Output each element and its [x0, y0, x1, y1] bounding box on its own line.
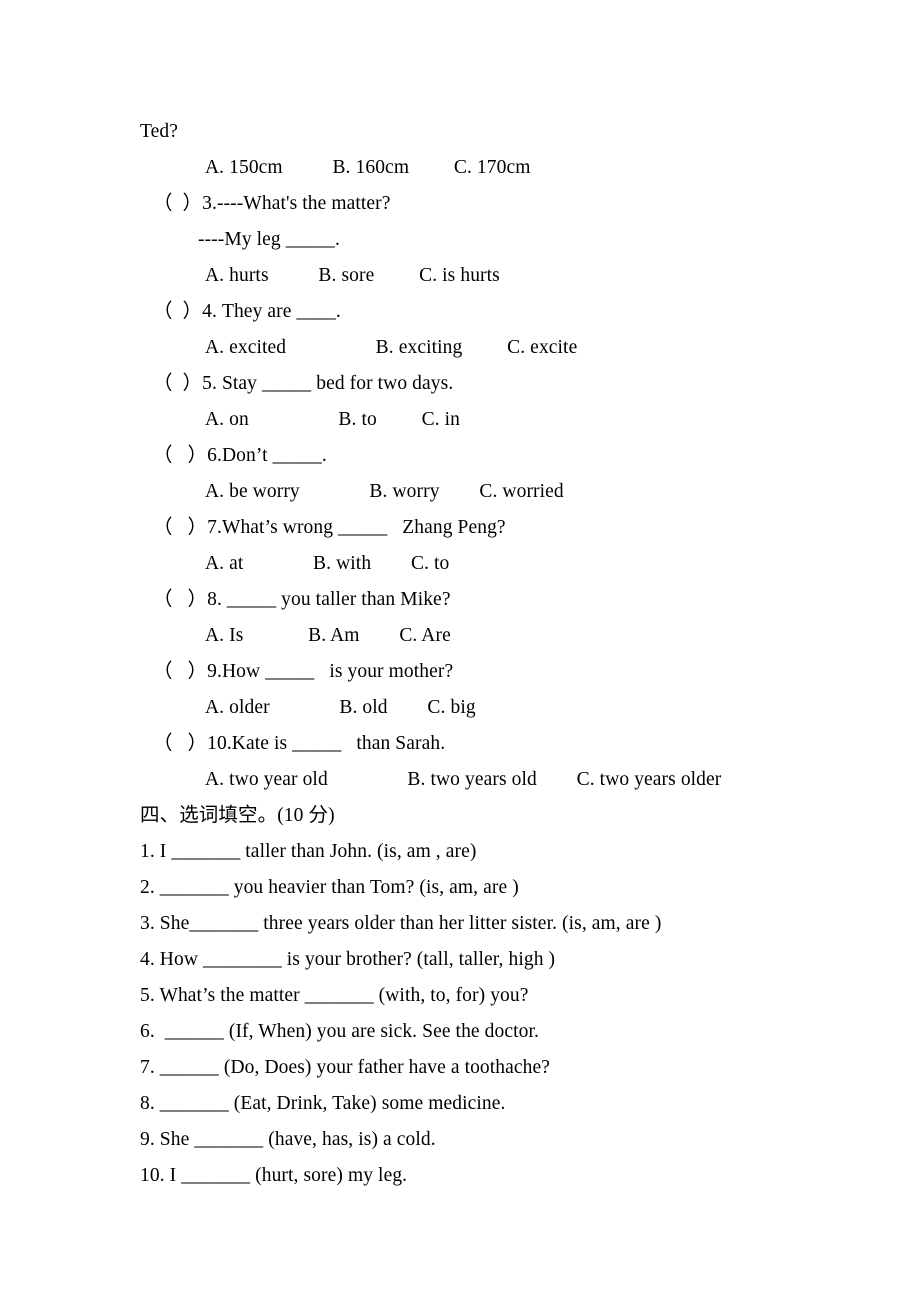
mc-question-stem-4[interactable]: （ ）4. They are ____. — [140, 294, 880, 330]
mc-options-3[interactable]: A. hurts B. sore C. is hurts — [140, 258, 880, 294]
fill-in-item-2[interactable]: 2. _______ you heavier than Tom? (is, am… — [140, 870, 880, 906]
carryover-options: A. 150cm B. 160cm C. 170cm — [205, 157, 531, 178]
fill-in-item-9[interactable]: 9. She _______ (have, has, is) a cold. — [140, 1122, 880, 1158]
mc-options-6[interactable]: A. be worry B. worry C. worried — [140, 474, 880, 510]
mc-question-stem-8[interactable]: （ ）8. _____ you taller than Mike? — [140, 582, 880, 618]
worksheet-page: Ted? A. 150cm B. 160cm C. 170cm （ ）3.---… — [0, 0, 920, 1302]
section-four-heading: 四、选词填空。(10 分) — [140, 805, 335, 826]
fill-in-item-8[interactable]: 8. _______ (Eat, Drink, Take) some medic… — [140, 1086, 880, 1122]
mc-question-stem-10[interactable]: （ ）10.Kate is _____ than Sarah. — [140, 726, 880, 762]
mc-question-stem-6[interactable]: （ ）6.Don’t _____. — [140, 438, 880, 474]
mc-options-7[interactable]: A. at B. with C. to — [140, 546, 880, 582]
fill-in-item-3[interactable]: 3. She_______ three years older than her… — [140, 906, 880, 942]
fill-in-item-5[interactable]: 5. What’s the matter _______ (with, to, … — [140, 978, 880, 1014]
carryover-question-stem: Ted? — [140, 121, 179, 142]
mc-options-4[interactable]: A. excited B. exciting C. excite — [140, 330, 880, 366]
fill-in-item-7[interactable]: 7. ______ (Do, Does) your father have a … — [140, 1050, 880, 1086]
mc-question-stem-5[interactable]: （ ）5. Stay _____ bed for two days. — [140, 366, 880, 402]
mc-question-stem-7[interactable]: （ ）7.What’s wrong _____ Zhang Peng? — [140, 510, 880, 546]
mc-question-continuation-3: ----My leg _____. — [198, 229, 340, 250]
fill-in-item-10[interactable]: 10. I _______ (hurt, sore) my leg. — [140, 1158, 880, 1194]
fill-in-item-6[interactable]: 6. ______ (If, When) you are sick. See t… — [140, 1014, 880, 1050]
page-content: Ted? A. 150cm B. 160cm C. 170cm （ ）3.---… — [140, 114, 880, 1194]
mc-options-5[interactable]: A. on B. to C. in — [140, 402, 880, 438]
mc-question-stem-3[interactable]: （ ）3.----What's the matter? — [140, 186, 880, 222]
mc-options-10[interactable]: A. two year old B. two years old C. two … — [140, 762, 880, 798]
fill-in-item-1[interactable]: 1. I _______ taller than John. (is, am ,… — [140, 834, 880, 870]
fill-in-item-4[interactable]: 4. How ________ is your brother? (tall, … — [140, 942, 880, 978]
mc-question-stem-9[interactable]: （ ）9.How _____ is your mother? — [140, 654, 880, 690]
mc-options-8[interactable]: A. Is B. Am C. Are — [140, 618, 880, 654]
mc-options-9[interactable]: A. older B. old C. big — [140, 690, 880, 726]
